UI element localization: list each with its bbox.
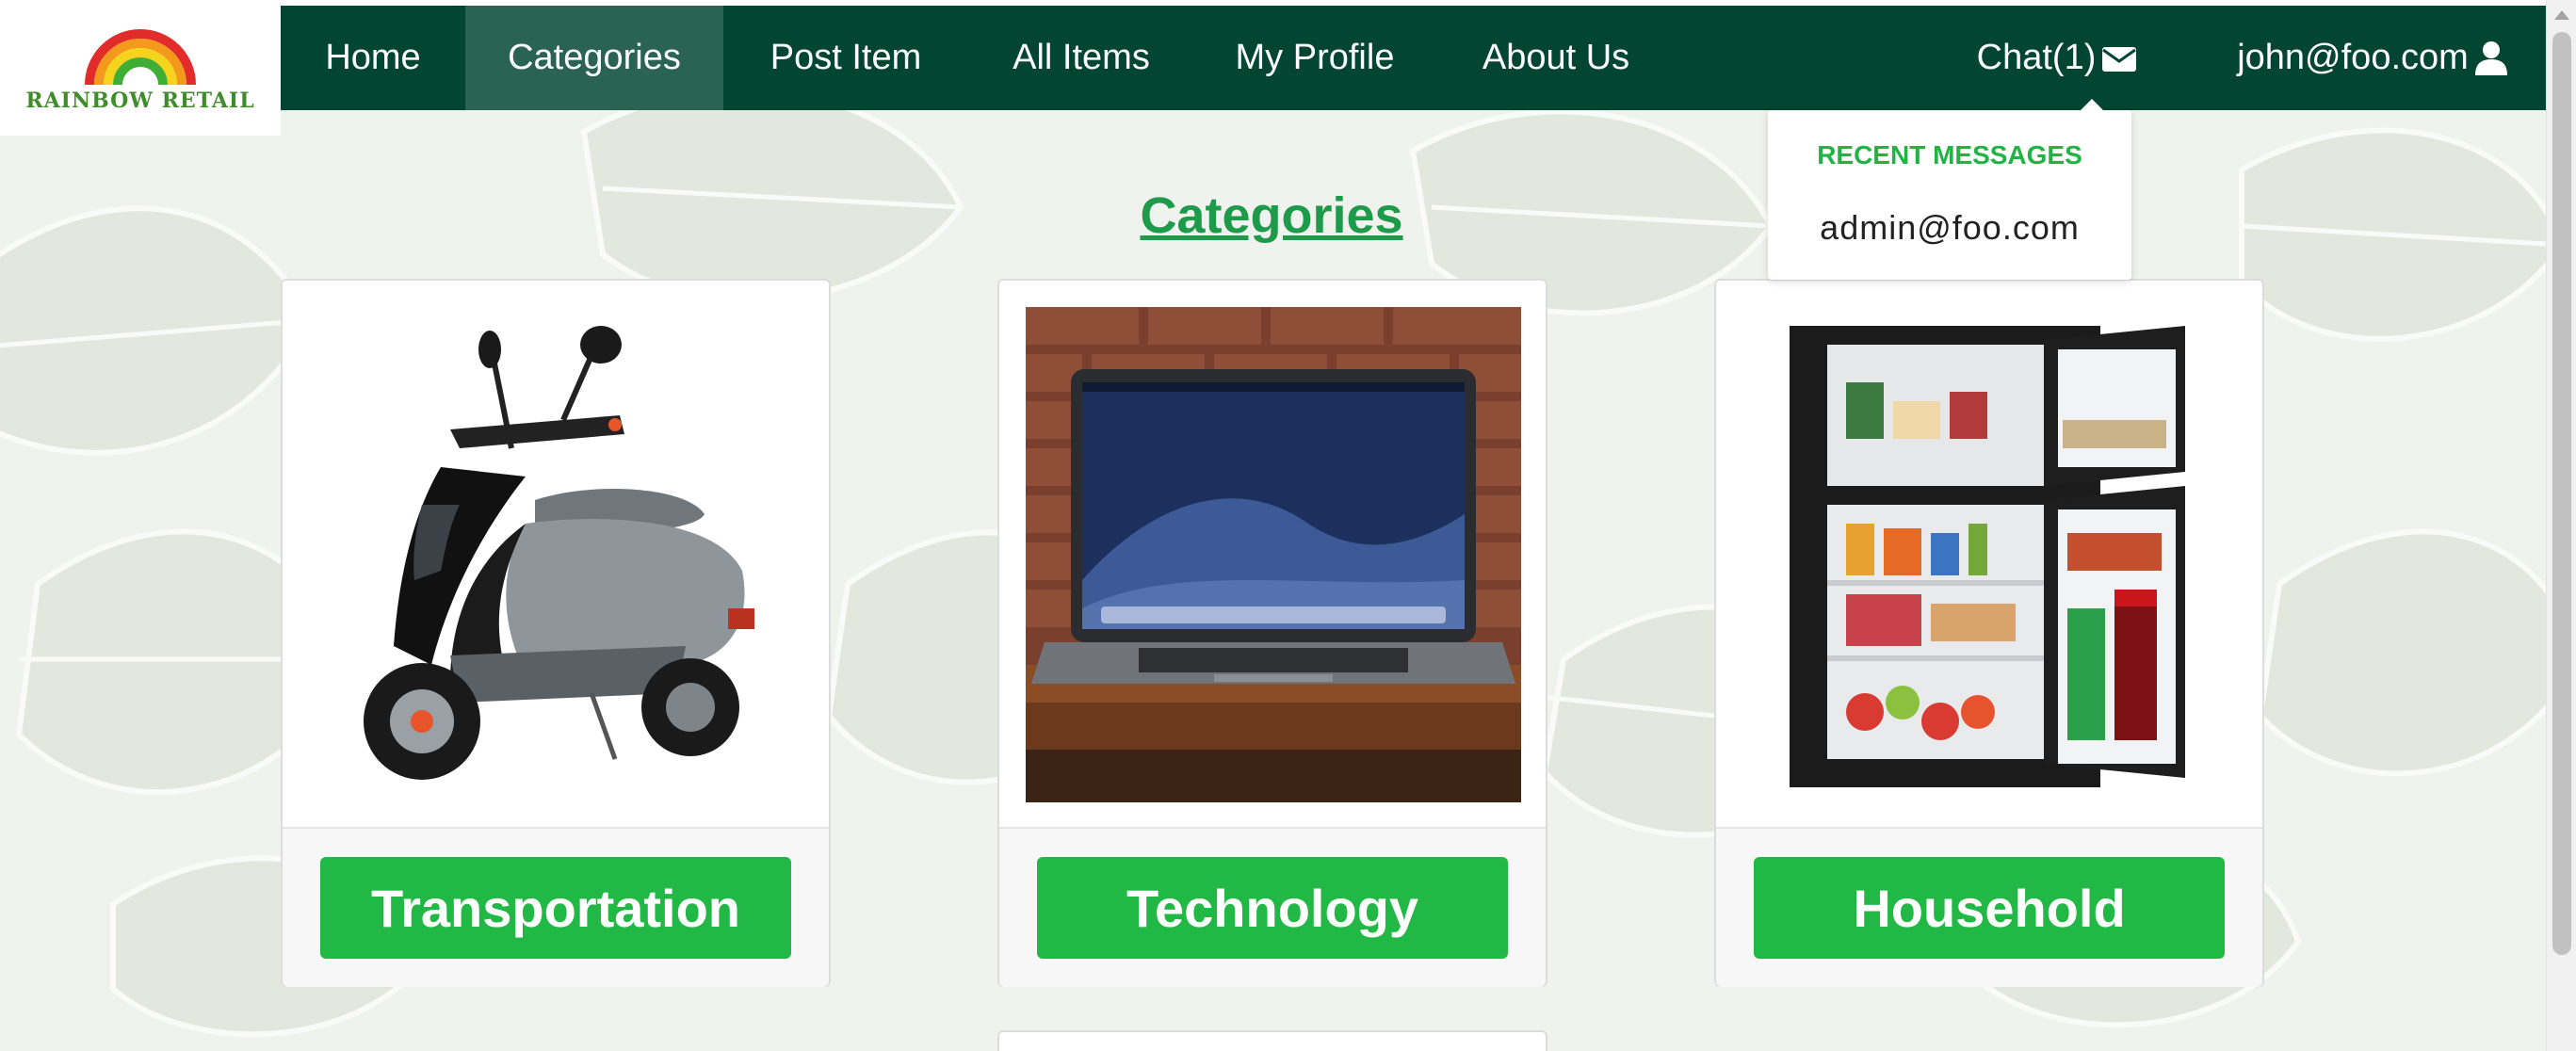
main-navbar: Home Categories Post Item All Items My P… [281,6,2546,110]
message-item[interactable]: admin@foo.com [1768,208,2131,248]
user-email-label: john@foo.com [2237,38,2469,77]
nav-categories[interactable]: Categories [465,6,723,110]
nav-all-items[interactable]: All Items [968,6,1194,110]
card-footer: Transportation [283,827,829,987]
scooter-image[interactable] [309,307,804,802]
dropdown-caret [2081,99,2103,110]
category-card-technology: Technology [997,279,1547,987]
nav-home[interactable]: Home [281,6,465,110]
category-button-technology[interactable]: Technology [1037,857,1508,959]
envelope-icon [2101,44,2137,73]
nav-my-profile[interactable]: My Profile [1194,6,1435,110]
chat-label: Chat(1) [1976,38,2097,77]
category-card-transportation: Transportation [281,279,831,987]
logo-text: RAINBOW RETAIL [25,89,255,113]
nav-post-item[interactable]: Post Item [723,6,968,110]
dropdown-header: RECENT MESSAGES [1817,140,2082,170]
scroll-thumb[interactable] [2552,32,2571,955]
page-scrollbar[interactable] [2546,0,2576,1051]
laptop-image[interactable] [1026,307,1521,802]
user-icon [2474,40,2508,76]
card-footer: Technology [999,827,1546,987]
nav-user-account[interactable]: john@foo.com [2202,6,2543,110]
brand-logo[interactable]: RAINBOW RETAIL [0,6,281,136]
nav-about-us[interactable]: About Us [1435,6,1677,110]
refrigerator-image[interactable] [1742,307,2238,802]
category-button-household[interactable]: Household [1754,857,2225,959]
nav-chat[interactable]: Chat(1) [1948,6,2166,110]
category-button-transportation[interactable]: Transportation [320,857,791,959]
category-card-household: Household [1714,279,2264,987]
card-footer: Household [1716,827,2262,987]
page-title[interactable]: Categories [1036,186,1507,245]
category-card-partial [997,1030,1547,1051]
rainbow-logo-icon [85,29,196,86]
scroll-up-arrow-icon[interactable] [2547,0,2576,30]
recent-messages-dropdown: RECENT MESSAGES admin@foo.com [1768,110,2131,280]
